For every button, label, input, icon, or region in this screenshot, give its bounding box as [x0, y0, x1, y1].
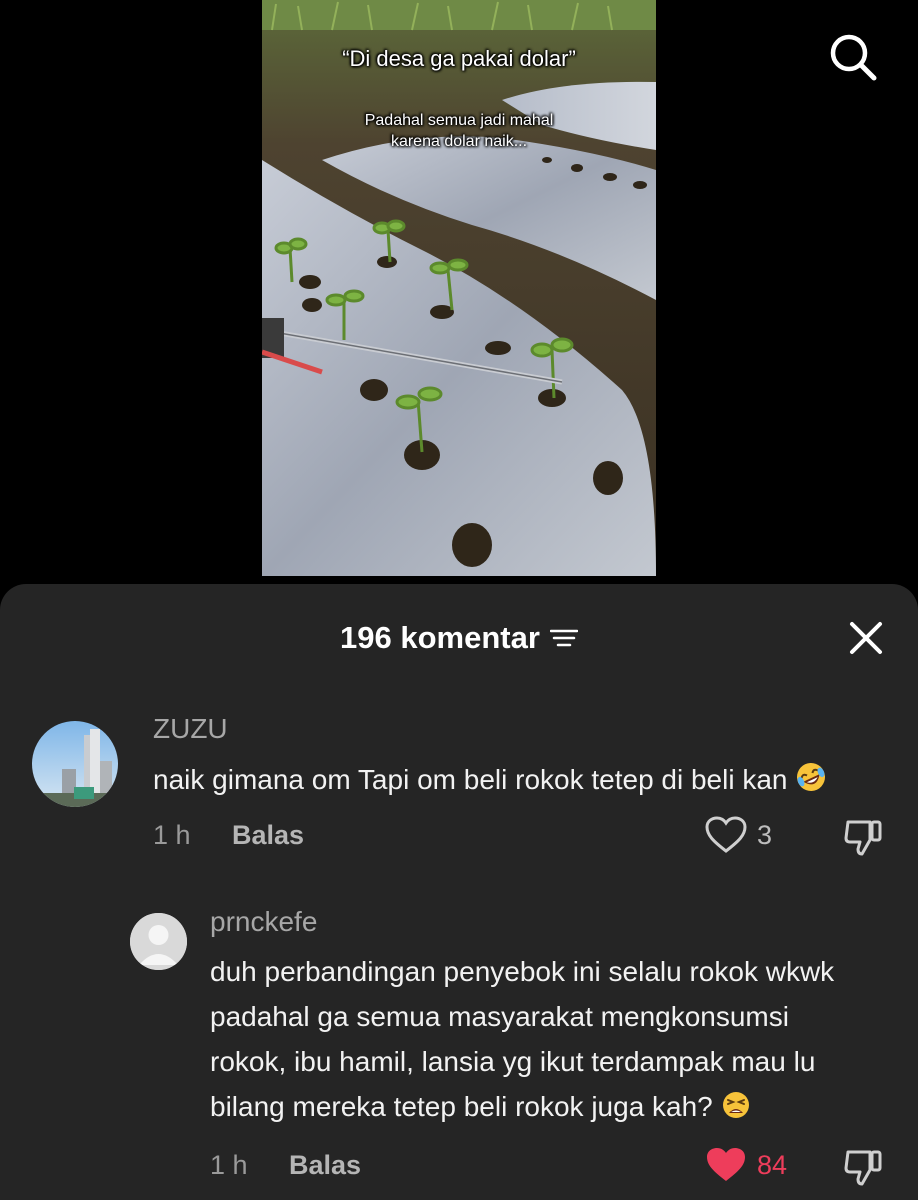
search-button[interactable] [824, 28, 880, 84]
comment-text-line: duh perbandingan penyebok ini selalu rok… [210, 956, 835, 987]
comment-item: ZUZU naik gimana om Tapi om beli rokok t… [0, 584, 918, 874]
reply-button[interactable]: Balas [289, 1150, 361, 1181]
video-frame [262, 0, 656, 576]
heart-outline-icon [705, 816, 747, 853]
comment-username[interactable]: ZUZU [153, 713, 228, 745]
comments-sheet: 196 komentar ZUZU naik gimana om Tapi om… [0, 584, 918, 1200]
comment-time: 1 h [153, 820, 191, 850]
thumbs-down-icon [844, 1150, 882, 1186]
dislike-button[interactable] [842, 1146, 884, 1188]
tired-face-emoji-icon [722, 1092, 749, 1118]
reply-button[interactable]: Balas [232, 820, 304, 851]
comment-text: duh perbandingan penyebok ini selalu rok… [210, 949, 900, 1129]
comment-username[interactable]: prnckefe [210, 906, 317, 938]
like-button[interactable]: 3 [705, 816, 772, 854]
comment-text-line: rokok, ibu hamil, lansia yg ikut terdamp… [210, 1046, 816, 1077]
video-player[interactable]: “Di desa ga pakai dolar” Padahal semua j… [262, 0, 656, 576]
heart-filled-icon [707, 1148, 745, 1181]
comment-text-body: naik gimana om Tapi om beli rokok tetep … [153, 764, 788, 795]
search-icon [830, 34, 877, 81]
like-count: 3 [757, 819, 773, 850]
default-avatar-icon [130, 913, 187, 970]
comment-text-line: bilang mereka tetep beli rokok juga kah? [210, 1091, 713, 1122]
dislike-button[interactable] [842, 816, 884, 858]
rofl-emoji-icon [797, 763, 826, 791]
video-caption-sub-line2: karena dolar naik... [390, 133, 528, 150]
like-count: 84 [757, 1149, 788, 1180]
video-caption-sub-line1: Padahal semua jadi mahal [364, 112, 554, 129]
video-caption-main: “Di desa ga pakai dolar” [342, 46, 576, 71]
comment-time: 1 h [210, 1150, 248, 1180]
comment-item: prnckefe duh perbandingan penyebok ini s… [0, 884, 918, 1200]
avatar[interactable] [130, 913, 187, 970]
video-caption-sub: Padahal semua jadi mahal karena dolar na… [262, 110, 656, 152]
thumbs-down-icon [844, 820, 882, 856]
like-button[interactable]: 84 [705, 1146, 787, 1184]
comment-text: naik gimana om Tapi om beli rokok tetep … [153, 757, 893, 802]
avatar[interactable] [32, 721, 118, 807]
comment-text-line: padahal ga semua masyarakat mengkonsumsi [210, 1001, 789, 1032]
